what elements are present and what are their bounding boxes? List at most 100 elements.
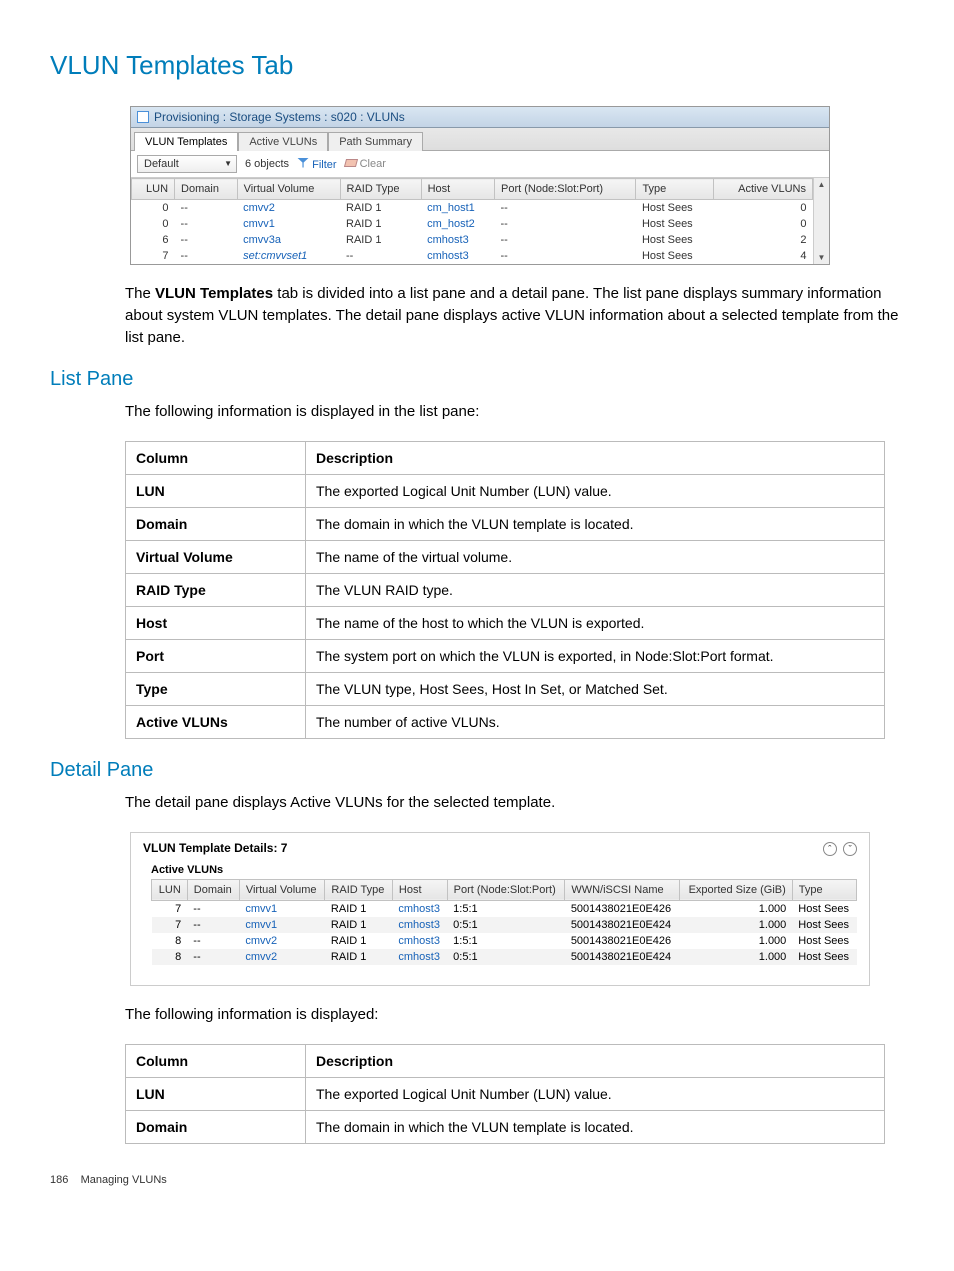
heading-list-pane: List Pane — [50, 368, 904, 391]
cell-description: The domain in which the VLUN template is… — [306, 1110, 885, 1143]
cell-active: 2 — [713, 232, 812, 248]
cell-raid: RAID 1 — [340, 232, 421, 248]
table-row: LUNThe exported Logical Unit Number (LUN… — [126, 1077, 885, 1110]
col-domain[interactable]: Domain — [175, 179, 238, 200]
table-row: RAID TypeThe VLUN RAID type. — [126, 574, 885, 607]
cell-port: -- — [494, 232, 635, 248]
scrollbar[interactable]: ▲ ▼ — [813, 178, 829, 264]
table-row[interactable]: 0--cmvv1RAID 1cm_host2--Host Sees0 — [132, 216, 813, 232]
cell-host[interactable]: cm_host2 — [421, 216, 494, 232]
table-row[interactable]: 0--cmvv2RAID 1cm_host1--Host Sees0 — [132, 200, 813, 217]
cell-vv[interactable]: cmvv2 — [239, 949, 325, 965]
scroll-down-icon[interactable]: ▼ — [816, 251, 828, 264]
screenshot-detail-pane: VLUN Template Details: 7 ˆ ˇ Active VLUN… — [130, 832, 870, 986]
col-type[interactable]: Type — [636, 179, 713, 200]
cell-type: Host Sees — [792, 933, 856, 949]
d-col-host[interactable]: Host — [392, 879, 447, 900]
col-vv[interactable]: Virtual Volume — [237, 179, 340, 200]
table-row[interactable]: 7--set:cmvvset1--cmhost3--Host Sees4 — [132, 248, 813, 264]
scroll-up-icon[interactable]: ▲ — [816, 178, 828, 191]
cell-wwn: 5001438021E0E424 — [565, 917, 680, 933]
cell-domain: -- — [175, 200, 238, 217]
eraser-icon — [343, 159, 357, 167]
cell-vv[interactable]: cmvv1 — [237, 216, 340, 232]
cell-vv[interactable]: cmvv2 — [237, 200, 340, 217]
table-row: Active VLUNsThe number of active VLUNs. — [126, 706, 885, 739]
d-col-raid[interactable]: RAID Type — [325, 879, 392, 900]
tab-active-vluns[interactable]: Active VLUNs — [238, 132, 328, 151]
d-col-vv[interactable]: Virtual Volume — [239, 879, 325, 900]
cell-domain: -- — [187, 949, 239, 965]
doc-icon — [137, 111, 149, 123]
cell-host[interactable]: cmhost3 — [392, 933, 447, 949]
cell-wwn: 5001438021E0E424 — [565, 949, 680, 965]
tab-bar: VLUN Templates Active VLUNs Path Summary — [131, 128, 829, 151]
clear-button[interactable]: Clear — [345, 158, 386, 170]
d-col-type[interactable]: Type — [792, 879, 856, 900]
cell-host[interactable]: cmhost3 — [392, 900, 447, 917]
col-raid[interactable]: RAID Type — [340, 179, 421, 200]
col-host[interactable]: Host — [421, 179, 494, 200]
cell-vv[interactable]: cmvv1 — [239, 900, 325, 917]
cell-host[interactable]: cm_host1 — [421, 200, 494, 217]
cell-host[interactable]: cmhost3 — [392, 949, 447, 965]
cell-port: -- — [494, 248, 635, 264]
cell-lun: 8 — [152, 949, 188, 965]
collapse-up-icon[interactable]: ˆ — [823, 842, 837, 856]
page-title: VLUN Templates Tab — [50, 50, 904, 81]
d-col-lun[interactable]: LUN — [152, 879, 188, 900]
cell-type: Host Sees — [636, 200, 713, 217]
cell-wwn: 5001438021E0E426 — [565, 900, 680, 917]
table-row: DomainThe domain in which the VLUN templ… — [126, 508, 885, 541]
table-row[interactable]: 7--cmvv1RAID 1cmhost30:5:15001438021E0E4… — [152, 917, 857, 933]
filter-button[interactable]: Filter — [297, 158, 337, 171]
cell-port: 0:5:1 — [447, 917, 565, 933]
table-row[interactable]: 7--cmvv1RAID 1cmhost31:5:15001438021E0E4… — [152, 900, 857, 917]
toolbar: Default 6 objects Filter Clear — [131, 151, 829, 178]
d-col-size[interactable]: Exported Size (GiB) — [680, 879, 793, 900]
cell-description: The VLUN RAID type. — [306, 574, 885, 607]
collapse-down-icon[interactable]: ˇ — [843, 842, 857, 856]
cell-vv[interactable]: cmvv2 — [239, 933, 325, 949]
cell-active: 0 — [713, 200, 812, 217]
list-pane-text: The following information is displayed i… — [125, 401, 904, 423]
page-number: 186 — [50, 1174, 68, 1186]
table-row: Virtual VolumeThe name of the virtual vo… — [126, 541, 885, 574]
d-col-domain[interactable]: Domain — [187, 879, 239, 900]
view-dropdown[interactable]: Default — [137, 155, 237, 173]
table-row[interactable]: 8--cmvv2RAID 1cmhost30:5:15001438021E0E4… — [152, 949, 857, 965]
cell-column: Active VLUNs — [126, 706, 306, 739]
cell-description: The system port on which the VLUN is exp… — [306, 640, 885, 673]
d-col-port[interactable]: Port (Node:Slot:Port) — [447, 879, 565, 900]
desc-col-header: Column — [126, 442, 306, 475]
cell-type: Host Sees — [636, 216, 713, 232]
tab-path-summary[interactable]: Path Summary — [328, 132, 423, 151]
cell-size: 1.000 — [680, 917, 793, 933]
window-titlebar: Provisioning : Storage Systems : s020 : … — [131, 107, 829, 128]
cell-domain: -- — [175, 232, 238, 248]
cell-host[interactable]: cmhost3 — [421, 232, 494, 248]
cell-type: Host Sees — [792, 949, 856, 965]
screenshot-list-pane: Provisioning : Storage Systems : s020 : … — [130, 106, 830, 265]
cell-host[interactable]: cmhost3 — [421, 248, 494, 264]
col-lun[interactable]: LUN — [132, 179, 175, 200]
col-active[interactable]: Active VLUNs — [713, 179, 812, 200]
col-port[interactable]: Port (Node:Slot:Port) — [494, 179, 635, 200]
cell-vv[interactable]: set:cmvvset1 — [237, 248, 340, 264]
intro-paragraph: The VLUN Templates tab is divided into a… — [125, 283, 904, 348]
table-row[interactable]: 6--cmvv3aRAID 1cmhost3--Host Sees2 — [132, 232, 813, 248]
cell-host[interactable]: cmhost3 — [392, 917, 447, 933]
detail-header: VLUN Template Details: 7 — [143, 841, 287, 855]
cell-vv[interactable]: cmvv3a — [237, 232, 340, 248]
cell-vv[interactable]: cmvv1 — [239, 917, 325, 933]
cell-column: RAID Type — [126, 574, 306, 607]
cell-port: 1:5:1 — [447, 900, 565, 917]
cell-raid: RAID 1 — [340, 200, 421, 217]
cell-size: 1.000 — [680, 949, 793, 965]
page-footer: 186 Managing VLUNs — [50, 1174, 904, 1186]
d-col-wwn[interactable]: WWN/iSCSI Name — [565, 879, 680, 900]
cell-port: -- — [494, 216, 635, 232]
table-row[interactable]: 8--cmvv2RAID 1cmhost31:5:15001438021E0E4… — [152, 933, 857, 949]
tab-vlun-templates[interactable]: VLUN Templates — [134, 132, 238, 151]
cell-raid: RAID 1 — [325, 949, 392, 965]
